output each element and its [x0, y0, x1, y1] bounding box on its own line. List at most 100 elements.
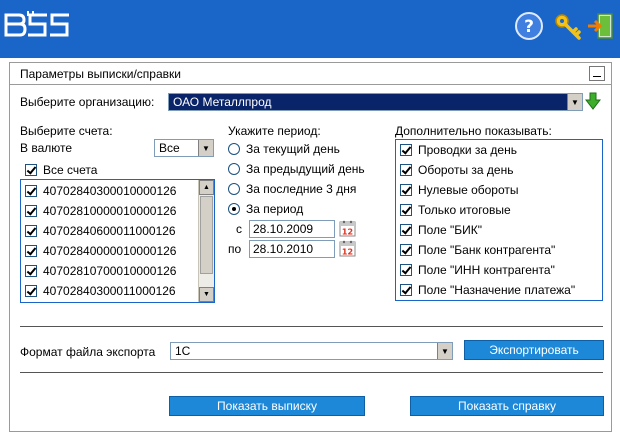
checkbox-icon[interactable] — [400, 284, 412, 296]
calendar-icon[interactable]: 12 — [339, 240, 356, 257]
checkbox-icon[interactable] — [25, 185, 37, 197]
statement-params-panel: Параметры выписки/справки Выберите орган… — [9, 62, 612, 432]
checkbox-icon[interactable] — [400, 144, 412, 156]
account-item[interactable]: 40702840300010000126 — [25, 181, 176, 201]
chevron-down-icon[interactable]: ▼ — [437, 343, 452, 359]
period-option-label: За период — [246, 202, 304, 216]
account-item[interactable]: 40702810700010000126 — [25, 261, 176, 281]
checkbox-icon[interactable] — [400, 204, 412, 216]
checkbox-icon[interactable] — [25, 285, 37, 297]
key-icon[interactable] — [553, 11, 583, 41]
minimize-button[interactable] — [589, 66, 605, 81]
chevron-down-icon[interactable]: ▼ — [567, 94, 582, 110]
account-item[interactable]: 40702840000010000126 — [25, 241, 176, 261]
panel-title-text: Параметры выписки/справки — [20, 67, 181, 81]
checkbox-icon[interactable] — [25, 225, 37, 237]
show-statement-button[interactable]: Показать выписку — [169, 396, 365, 416]
extra-option-label: Проводки за день — [418, 143, 517, 157]
extra-option[interactable]: Проводки за день — [400, 140, 517, 160]
extra-option[interactable]: Нулевые обороты — [400, 180, 519, 200]
export-button[interactable]: Экспортировать — [464, 340, 604, 360]
calendar-icon[interactable]: 12 — [339, 220, 356, 237]
divider — [20, 326, 603, 327]
period-option-label: За предыдущий день — [246, 162, 365, 176]
scroll-up-icon[interactable]: ▲ — [199, 180, 214, 195]
extra-option-label: Обороты за день — [418, 163, 514, 177]
checkbox-icon[interactable] — [400, 224, 412, 236]
extra-option[interactable]: Только итоговые — [400, 200, 511, 220]
all-accounts-label: Все счета — [43, 163, 98, 177]
export-format-select[interactable]: 1С ▼ — [170, 342, 453, 360]
svg-text:12: 12 — [342, 228, 353, 237]
extra-option-label: Поле "ИНН контрагента" — [418, 263, 555, 277]
extra-option-label: Только итоговые — [418, 203, 511, 217]
account-number: 40702810000010000126 — [43, 204, 177, 218]
accounts-scrollbar[interactable]: ▲ ▼ — [198, 180, 214, 302]
show-certificate-button[interactable]: Показать справку — [410, 396, 604, 416]
scroll-thumb[interactable] — [200, 196, 213, 274]
period-option-custom[interactable]: За период — [228, 200, 303, 218]
bss-logo — [3, 9, 71, 41]
checkbox-icon[interactable] — [25, 205, 37, 217]
divider — [20, 372, 603, 373]
checkbox-icon[interactable] — [400, 184, 412, 196]
checkbox-icon[interactable] — [400, 244, 412, 256]
period-from-input[interactable]: 28.10.2009 — [249, 220, 335, 238]
radio-icon[interactable] — [228, 203, 240, 215]
chevron-down-icon[interactable]: ▼ — [198, 140, 213, 156]
app-header: ? — [0, 0, 620, 58]
extra-option[interactable]: Поле "Назначение платежа" — [400, 280, 575, 300]
extra-option-label: Нулевые обороты — [418, 183, 519, 197]
period-to-value: 28.10.2010 — [253, 242, 314, 256]
extra-option[interactable]: Поле "Банк контрагента" — [400, 240, 555, 260]
checkbox-icon[interactable] — [25, 265, 37, 277]
account-item[interactable]: 40702810000010000126 — [25, 201, 176, 221]
organization-select[interactable]: ОАО Металлпрод ▼ — [168, 93, 583, 111]
exit-door-icon[interactable] — [586, 11, 616, 41]
scroll-down-icon[interactable]: ▼ — [199, 287, 214, 302]
period-option-today[interactable]: За текущий день — [228, 140, 340, 158]
all-accounts-checkbox[interactable]: Все счета — [25, 162, 97, 178]
period-from-value: 28.10.2009 — [253, 222, 314, 236]
account-number: 40702840000010000126 — [43, 244, 177, 258]
extra-option[interactable]: Поле "БИК" — [400, 220, 482, 240]
checkbox-icon[interactable] — [400, 264, 412, 276]
export-format-label: Формат файла экспорта — [20, 345, 156, 359]
account-number: 40702840600011000126 — [43, 224, 176, 238]
accounts-title: Выберите счета: — [20, 124, 113, 138]
checkbox-icon[interactable] — [25, 164, 37, 176]
period-to-input[interactable]: 28.10.2010 — [249, 240, 335, 258]
extra-option[interactable]: Обороты за день — [400, 160, 513, 180]
green-down-arrow-icon[interactable] — [585, 92, 601, 110]
extra-option-label: Поле "БИК" — [418, 223, 483, 237]
radio-icon[interactable] — [228, 183, 240, 195]
radio-icon[interactable] — [228, 143, 240, 155]
organization-label: Выберите организацию: — [20, 95, 155, 109]
period-option-last-3-days[interactable]: За последние 3 дня — [228, 180, 356, 198]
panel-title: Параметры выписки/справки — [10, 63, 611, 85]
period-from-label: с — [236, 222, 242, 236]
currency-label: В валюте — [20, 141, 73, 155]
checkbox-icon[interactable] — [25, 245, 37, 257]
account-item[interactable]: 40702840600011000126 — [25, 221, 176, 241]
radio-icon[interactable] — [228, 163, 240, 175]
svg-text:12: 12 — [342, 248, 353, 257]
accounts-list: 40702840300010000126 4070281000001000012… — [20, 179, 215, 303]
export-format-value: 1С — [175, 344, 191, 358]
account-item[interactable]: 40702840300011000126 — [25, 281, 176, 301]
period-option-label: За текущий день — [246, 142, 340, 156]
account-number: 40702840300011000126 — [43, 284, 176, 298]
extra-option[interactable]: Поле "ИНН контрагента" — [400, 260, 555, 280]
organization-select-value: ОАО Металлпрод — [173, 95, 272, 109]
svg-text:?: ? — [524, 17, 534, 37]
currency-select[interactable]: Все ▼ — [154, 139, 214, 157]
period-option-label: За последние 3 дня — [246, 182, 357, 196]
currency-select-value: Все — [159, 141, 180, 155]
period-title: Укажите период: — [228, 124, 321, 138]
checkbox-icon[interactable] — [400, 164, 412, 176]
extra-option-label: Поле "Назначение платежа" — [418, 283, 576, 297]
period-option-previous-day[interactable]: За предыдущий день — [228, 160, 365, 178]
extra-option-label: Поле "Банк контрагента" — [418, 243, 556, 257]
help-icon[interactable]: ? — [514, 11, 544, 41]
account-number: 40702810700010000126 — [43, 264, 177, 278]
